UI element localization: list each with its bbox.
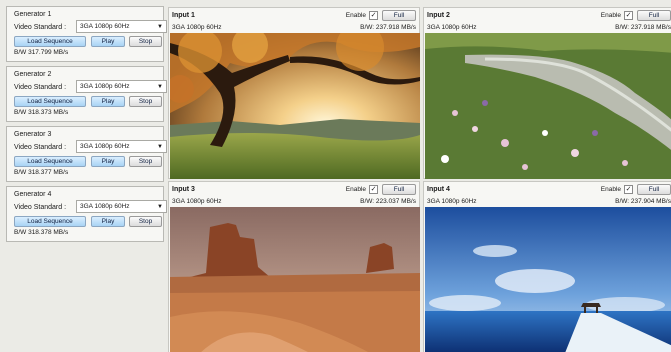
full-button[interactable]: Full [382,184,416,195]
generator-bandwidth: B/W 318.377 MB/s [14,169,69,176]
load-sequence-button[interactable]: Load Sequence [14,216,86,227]
video-standard-select[interactable]: 3GA 1080p 60Hz ▼ [76,20,167,33]
generator-title: Generator 4 [14,191,52,198]
input-bandwidth: B/W: 237.918 MB/s [360,24,416,31]
video-standard-label: Video Standard : [14,204,67,211]
generator-panel: Generator 1 Video Standard : 3GA 1080p 6… [6,6,167,346]
dropdown-arrow-icon: ▼ [157,24,163,30]
input-format: 3GA 1080p 60Hz [427,198,477,205]
video-standard-value: 3GA 1080p 60Hz [80,203,130,210]
input-format: 3GA 1080p 60Hz [427,24,477,31]
stop-button[interactable]: Stop [129,96,162,107]
input-panel-4: Input 4 Enable ✓ Full 3GA 1080p 60Hz B/W… [423,181,671,352]
enable-label: Enable [600,186,621,193]
enable-checkbox[interactable]: ✓ [369,185,378,194]
load-sequence-button[interactable]: Load Sequence [14,36,86,47]
enable-label: Enable [600,12,621,19]
input-panel-1: Input 1 Enable ✓ Full 3GA 1080p 60Hz B/W… [168,7,420,179]
play-button[interactable]: Play [91,216,125,227]
input-format: 3GA 1080p 60Hz [172,198,222,205]
generator-group-1: Generator 1 Video Standard : 3GA 1080p 6… [6,6,167,62]
input-title: Input 4 [427,186,450,193]
video-standard-value: 3GA 1080p 60Hz [80,83,130,90]
generator-title: Generator 1 [14,11,52,18]
enable-label: Enable [345,12,366,19]
dropdown-arrow-icon: ▼ [157,84,163,90]
input-title: Input 1 [172,12,195,19]
video-standard-value: 3GA 1080p 60Hz [80,143,130,150]
generator-bandwidth: B/W 318.378 MB/s [14,229,69,236]
play-button[interactable]: Play [91,156,125,167]
autumn-tree-sunset-image [170,33,420,179]
video-standard-select[interactable]: 3GA 1080p 60Hz ▼ [76,80,167,93]
video-standard-value: 3GA 1080p 60Hz [80,23,130,30]
dropdown-arrow-icon: ▼ [157,144,163,150]
input-panel-2: Input 2 Enable ✓ Full 3GA 1080p 60Hz B/W… [423,7,671,179]
input-bandwidth: B/W: 223.037 MB/s [360,198,416,205]
input-format: 3GA 1080p 60Hz [172,24,222,31]
full-button[interactable]: Full [637,184,671,195]
video-standard-select[interactable]: 3GA 1080p 60Hz ▼ [76,200,167,213]
video-standard-label: Video Standard : [14,144,67,151]
input-title: Input 3 [172,186,195,193]
input-title: Input 2 [427,12,450,19]
generator-group-4: Generator 4 Video Standard : 3GA 1080p 6… [6,186,167,242]
desert-buttes-image [170,207,420,352]
play-button[interactable]: Play [91,96,125,107]
full-button[interactable]: Full [382,10,416,21]
enable-checkbox[interactable]: ✓ [624,11,633,20]
load-sequence-button[interactable]: Load Sequence [14,96,86,107]
video-standard-label: Video Standard : [14,84,67,91]
generator-title: Generator 3 [14,131,52,138]
generator-bandwidth: B/W 317.799 MB/s [14,49,69,56]
meadow-stream-image [425,33,671,179]
generator-title: Generator 2 [14,71,52,78]
generator-bandwidth: B/W 318.373 MB/s [14,109,69,116]
video-standard-label: Video Standard : [14,24,67,31]
ocean-pier-image [425,207,671,352]
input-bandwidth: B/W: 237.918 MB/s [615,24,671,31]
stop-button[interactable]: Stop [129,36,162,47]
input-bandwidth: B/W: 237.904 MB/s [615,198,671,205]
generator-group-2: Generator 2 Video Standard : 3GA 1080p 6… [6,66,167,122]
full-button[interactable]: Full [637,10,671,21]
enable-label: Enable [345,186,366,193]
input-panel-3: Input 3 Enable ✓ Full 3GA 1080p 60Hz B/W… [168,181,420,352]
stop-button[interactable]: Stop [129,216,162,227]
play-button[interactable]: Play [91,36,125,47]
dropdown-arrow-icon: ▼ [157,204,163,210]
enable-checkbox[interactable]: ✓ [624,185,633,194]
generator-group-3: Generator 3 Video Standard : 3GA 1080p 6… [6,126,167,182]
stop-button[interactable]: Stop [129,156,162,167]
load-sequence-button[interactable]: Load Sequence [14,156,86,167]
enable-checkbox[interactable]: ✓ [369,11,378,20]
video-standard-select[interactable]: 3GA 1080p 60Hz ▼ [76,140,167,153]
